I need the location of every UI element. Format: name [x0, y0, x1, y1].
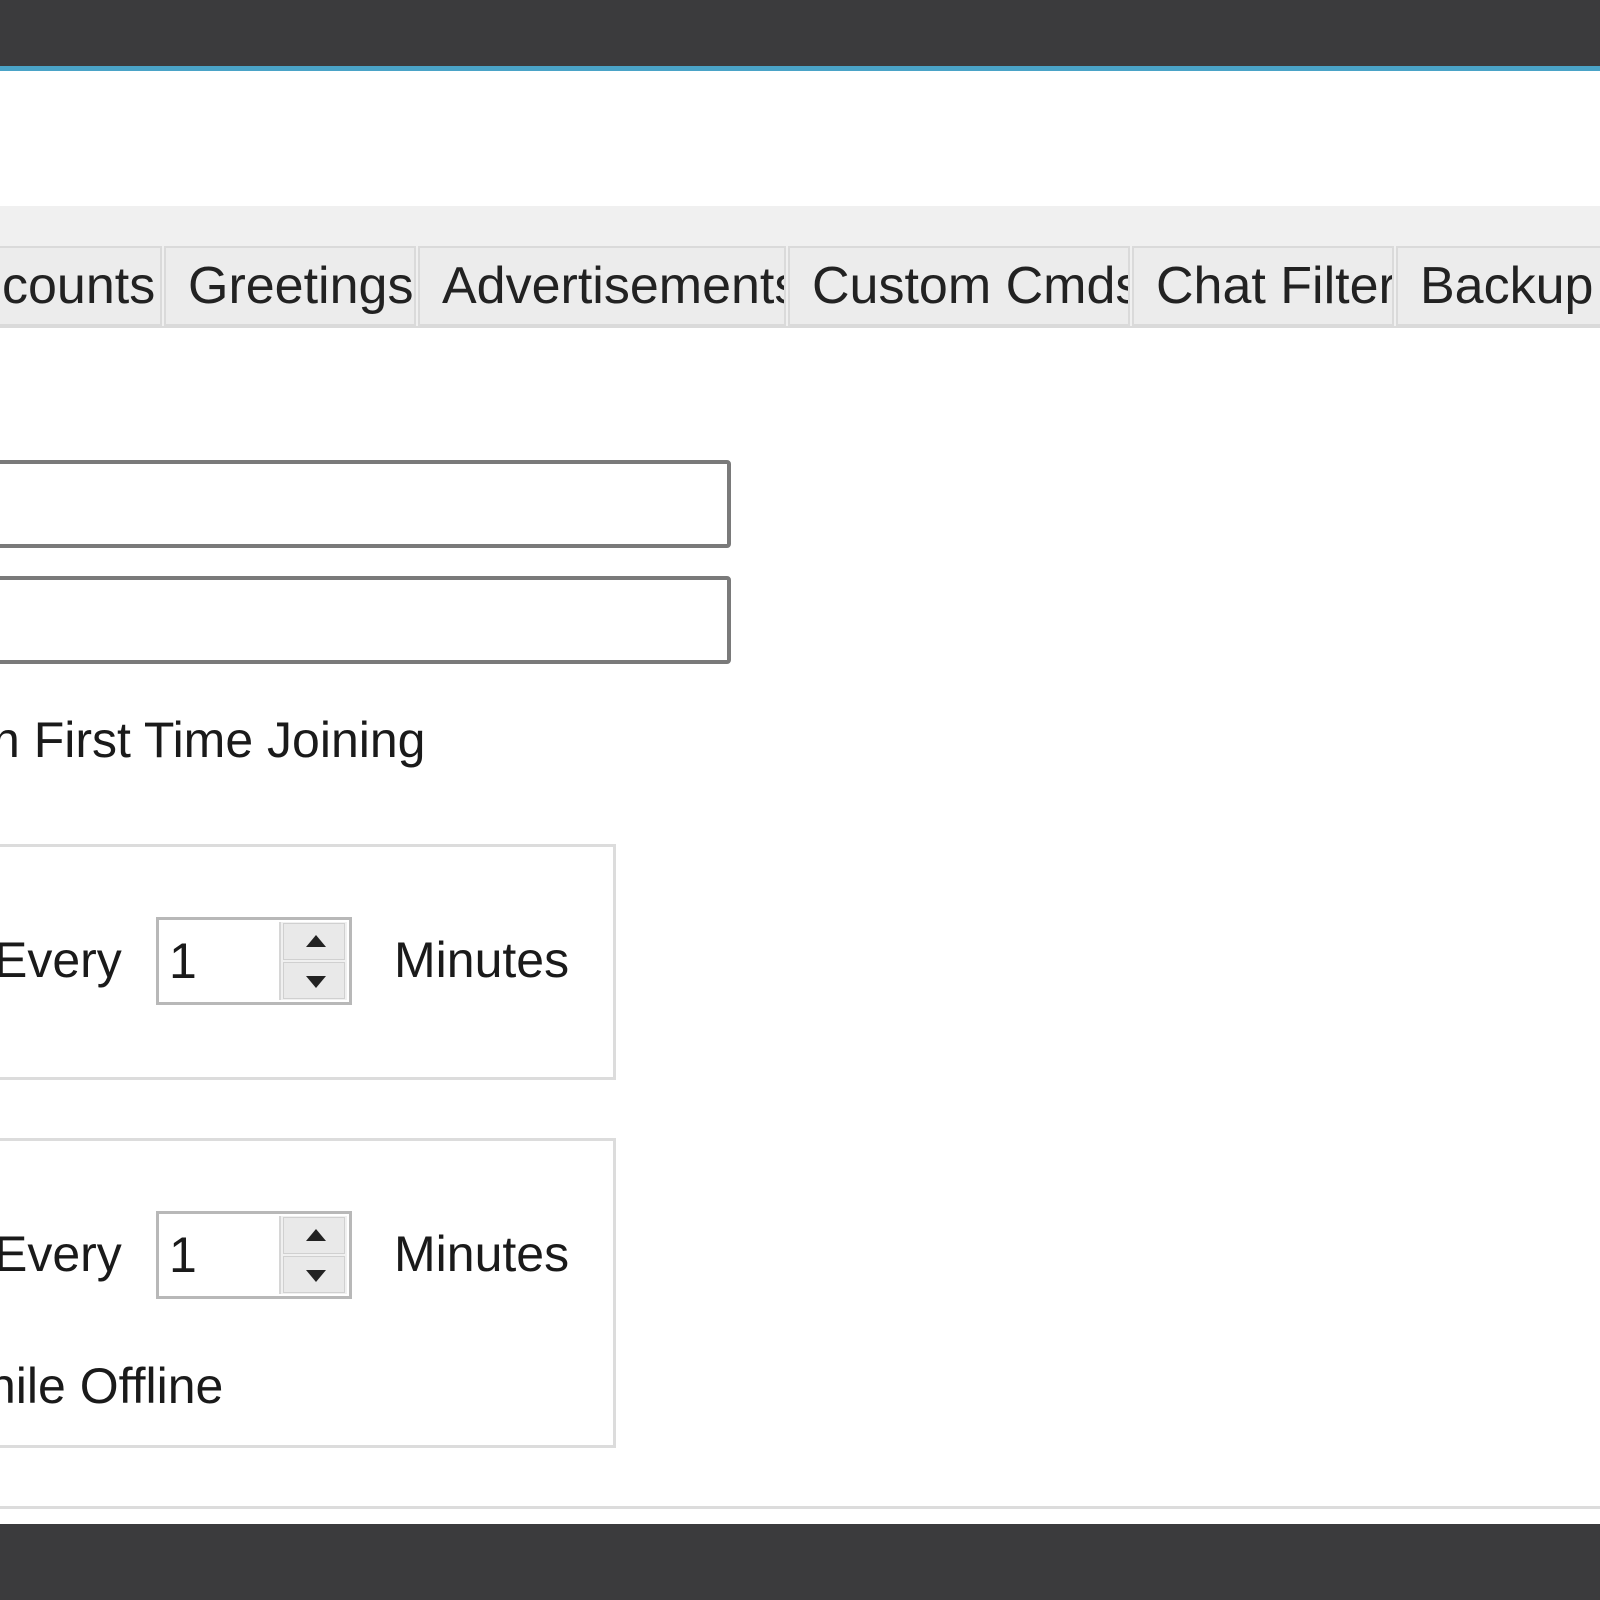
tab-custom-cmds[interactable]: Custom Cmds: [788, 246, 1130, 326]
returning-greeting-input[interactable]: [0, 576, 731, 664]
app-window: counts Greetings Advertisements Custom C…: [0, 0, 1600, 1600]
spin-down-button-2[interactable]: [283, 1256, 345, 1293]
spin-buttons-2: [279, 1216, 347, 1294]
tab-accounts[interactable]: counts: [0, 246, 162, 326]
tab-chat-filter[interactable]: Chat Filter: [1132, 246, 1394, 326]
status-bar: [0, 1524, 1600, 1600]
tab-advertisements[interactable]: Advertisements: [418, 246, 786, 326]
every-label-1: Every: [0, 932, 122, 988]
tab-strip-divider: [0, 326, 1600, 328]
greeting-message-input[interactable]: [0, 460, 731, 548]
arrow-up-icon: [306, 1229, 326, 1241]
spin-down-button-1[interactable]: [283, 962, 345, 999]
every-label-2: Every: [0, 1226, 122, 1282]
spin-up-button-1[interactable]: [283, 923, 345, 960]
panel-bottom-border: [0, 1506, 1600, 1509]
spin-buttons-1: [279, 922, 347, 1000]
arrow-down-icon: [306, 976, 326, 988]
title-bar: [0, 0, 1600, 66]
tab-greetings[interactable]: Greetings: [164, 246, 416, 326]
interval-value-1[interactable]: 1: [169, 926, 197, 996]
interval-value-2[interactable]: 1: [169, 1220, 197, 1290]
tab-backup[interactable]: Backup: [1396, 246, 1600, 326]
interval-spinner-2[interactable]: 1: [156, 1211, 352, 1299]
interval-spinner-1[interactable]: 1: [156, 917, 352, 1005]
arrow-up-icon: [306, 935, 326, 947]
minutes-label-1: Minutes: [394, 932, 570, 988]
spin-up-button-2[interactable]: [283, 1217, 345, 1254]
first-time-joining-label: n First Time Joining: [0, 712, 426, 768]
arrow-down-icon: [306, 1270, 326, 1282]
while-offline-label: hile Offline: [0, 1358, 224, 1414]
title-bar-accent: [0, 66, 1600, 71]
minutes-label-2: Minutes: [394, 1226, 570, 1282]
